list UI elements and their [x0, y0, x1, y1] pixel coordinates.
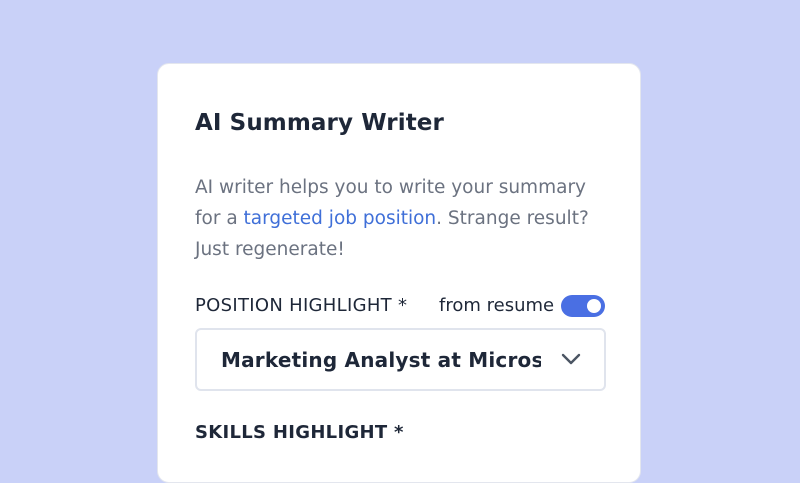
skills-highlight-label: SKILLS HIGHLIGHT *: [195, 422, 404, 443]
card-description: AI writer helps you to write your summar…: [195, 172, 615, 265]
chevron-down-icon: [561, 353, 581, 365]
card-title: AI Summary Writer: [195, 110, 444, 136]
from-resume-label: from resume: [439, 295, 555, 316]
toggle-knob: [587, 299, 601, 313]
summary-writer-card: AI Summary Writer AI writer helps you to…: [157, 63, 641, 483]
position-select[interactable]: Marketing Analyst at Micros…: [195, 328, 606, 391]
position-select-value: Marketing Analyst at Micros…: [221, 348, 541, 372]
targeted-job-position-link[interactable]: targeted job position: [244, 208, 437, 229]
from-resume-toggle[interactable]: [561, 295, 605, 317]
position-highlight-label: POSITION HIGHLIGHT *: [195, 295, 408, 316]
